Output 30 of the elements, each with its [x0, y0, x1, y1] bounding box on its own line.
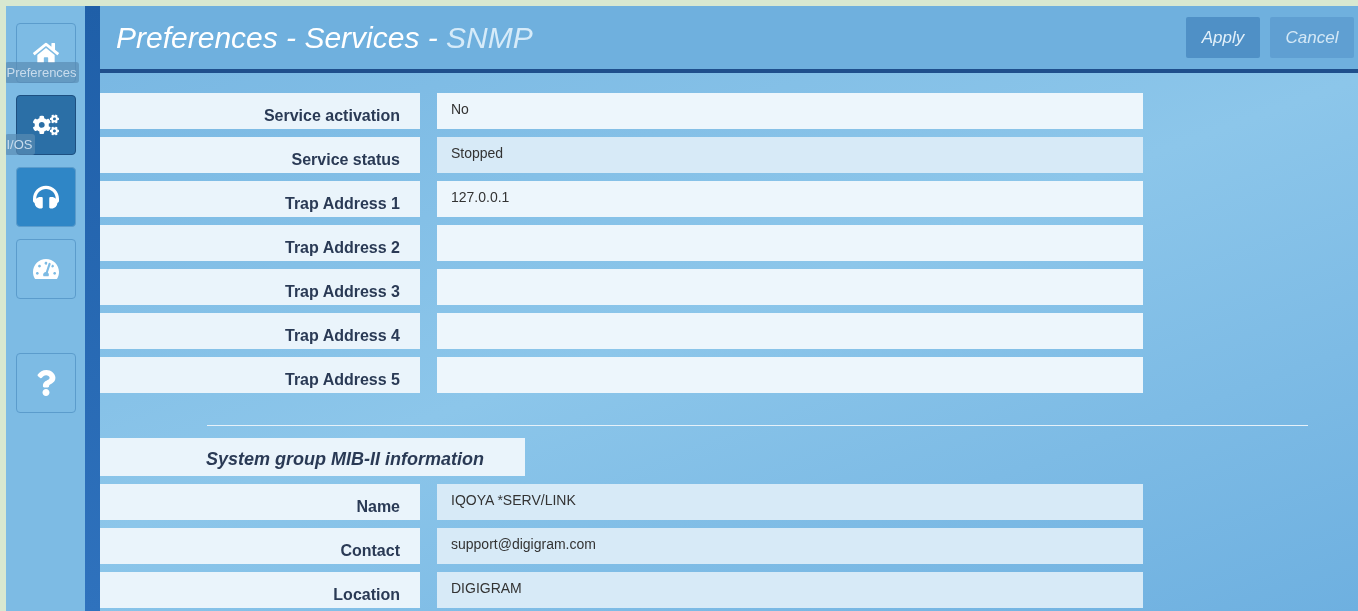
field-label: Trap Address 3	[100, 269, 420, 305]
page-title: Preferences - Services - SNMP	[116, 20, 534, 55]
field-label: Trap Address 1	[100, 181, 420, 217]
headphones-icon	[32, 184, 59, 210]
field-label: Contact	[100, 528, 420, 564]
value-field[interactable]: Stopped	[437, 137, 1143, 173]
field-label: Service status	[100, 137, 420, 173]
value-field[interactable]: IQOYA *SERV/LINK	[437, 484, 1143, 520]
value-field[interactable]	[437, 269, 1143, 305]
field-label: Trap Address 4	[100, 313, 420, 349]
field-label: Name	[100, 484, 420, 520]
nav-button[interactable]	[15, 167, 76, 227]
field-label: Trap Address 5	[100, 357, 420, 393]
value-field[interactable]	[437, 357, 1143, 393]
value-field[interactable]	[437, 225, 1143, 261]
value-field[interactable]	[437, 313, 1143, 349]
tooltip: I/OS	[6, 134, 35, 155]
value-field[interactable]: DIGIGRAM	[437, 572, 1143, 608]
field-label: Location	[100, 572, 420, 608]
nav-button[interactable]	[15, 239, 76, 299]
section-title: System group MIB-II information	[100, 438, 525, 476]
value-field[interactable]: 127.0.0.1	[437, 181, 1143, 217]
value-field[interactable]: support@digigram.com	[437, 528, 1143, 564]
gears-icon	[32, 112, 59, 138]
tooltip: Preferences	[6, 62, 79, 83]
nav-button[interactable]	[15, 353, 76, 413]
value-field[interactable]: No	[437, 93, 1143, 129]
field-label: Trap Address 2	[100, 225, 420, 261]
field-label: Service activation	[100, 93, 420, 129]
gauge-icon	[32, 256, 59, 282]
